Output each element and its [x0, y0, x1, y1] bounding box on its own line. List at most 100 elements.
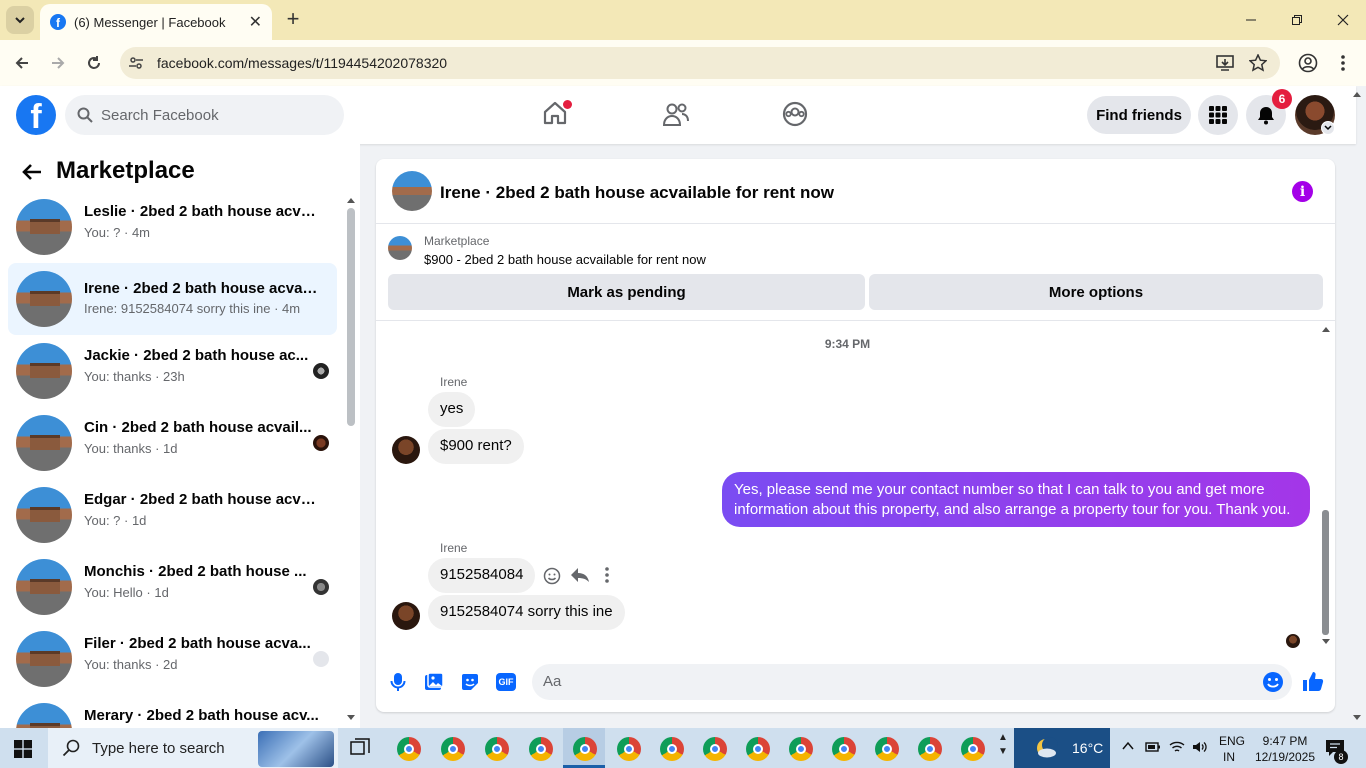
battery-icon[interactable] — [1145, 740, 1161, 754]
chrome-icon[interactable] — [918, 737, 942, 761]
chat-scroll-up-icon[interactable] — [1321, 325, 1331, 333]
more-options-button[interactable]: More options — [869, 274, 1323, 310]
reply-icon[interactable] — [570, 566, 590, 584]
back-icon[interactable] — [8, 49, 36, 77]
chrome-icon[interactable] — [529, 737, 553, 761]
sidebar-scroll-up-icon[interactable] — [346, 196, 356, 204]
page-scroll-up-icon[interactable] — [1352, 90, 1362, 98]
clock-date[interactable]: 12/19/2025 — [1251, 750, 1319, 764]
conversation-item-active[interactable]: Irene · 2bed 2 bath house acvail... Iren… — [8, 263, 337, 335]
chrome-icon[interactable] — [485, 737, 509, 761]
chrome-icon[interactable] — [397, 737, 421, 761]
sender-avatar[interactable] — [392, 436, 420, 464]
clock-time[interactable]: 9:47 PM — [1254, 734, 1316, 748]
menu-grid-icon[interactable] — [1198, 95, 1238, 135]
windows-start-icon[interactable] — [14, 740, 32, 758]
chrome-icon[interactable] — [832, 737, 856, 761]
url-text[interactable]: facebook.com/messages/t/1194454202078320 — [157, 55, 447, 71]
page-scroll-down-icon[interactable] — [1352, 714, 1362, 722]
chrome-icon-active[interactable] — [573, 737, 597, 761]
install-app-icon[interactable] — [1216, 54, 1234, 72]
react-emoji-icon[interactable] — [543, 567, 561, 585]
weather-widget[interactable]: 16°C — [1014, 728, 1110, 768]
emoji-icon[interactable] — [1262, 671, 1284, 693]
photo-icon[interactable] — [424, 672, 444, 692]
conversation-item[interactable]: Leslie · 2bed 2 bath house acvail... You… — [8, 195, 337, 259]
language-code[interactable]: ENG — [1219, 734, 1245, 748]
more-actions-icon[interactable] — [604, 567, 610, 583]
back-arrow-icon[interactable] — [20, 160, 44, 184]
conversation-item[interactable]: Monchis · 2bed 2 bath house ... You: Hel… — [8, 555, 337, 619]
chrome-icon[interactable] — [746, 737, 770, 761]
chrome-icon[interactable] — [617, 737, 641, 761]
forward-icon[interactable] — [44, 49, 72, 77]
tray-chevron-icon[interactable] — [1122, 741, 1134, 751]
restore-button[interactable] — [1274, 0, 1320, 40]
friends-icon[interactable] — [662, 101, 690, 127]
chrome-icon[interactable] — [789, 737, 813, 761]
marketplace-listing-thumbnail[interactable] — [388, 236, 412, 260]
listing-thumbnail — [16, 271, 72, 327]
volume-icon[interactable] — [1192, 740, 1208, 754]
chat-title[interactable]: Irene · 2bed 2 bath house acvailable for… — [440, 183, 834, 203]
search-input[interactable]: Search Facebook — [65, 95, 344, 135]
sender-name: Irene — [440, 541, 468, 555]
account-chevron-icon[interactable] — [1321, 121, 1335, 135]
profile-icon[interactable] — [1298, 53, 1318, 73]
conversation-item[interactable]: Jackie · 2bed 2 bath house ac... You: th… — [8, 339, 337, 403]
sticker-icon[interactable] — [460, 672, 480, 692]
mark-as-pending-button[interactable]: Mark as pending — [388, 274, 865, 310]
close-tab-icon[interactable]: ✕ — [249, 12, 262, 32]
marketplace-label: Marketplace — [424, 234, 490, 248]
listing-thumbnail — [16, 631, 72, 687]
like-thumb-icon[interactable] — [1302, 670, 1324, 692]
sender-avatar[interactable] — [392, 602, 420, 630]
find-friends-button[interactable]: Find friends — [1087, 96, 1191, 134]
message-input[interactable]: Aa — [532, 664, 1292, 700]
listing-title[interactable]: $900 - 2bed 2 bath house acvailable for … — [424, 252, 706, 267]
microphone-icon[interactable] — [390, 672, 406, 692]
minimize-button[interactable] — [1228, 0, 1274, 40]
browser-menu-icon[interactable] — [1340, 54, 1346, 72]
my-message-bubble[interactable]: Yes, please send me your contact number … — [722, 472, 1310, 527]
gif-icon[interactable]: GIF — [496, 673, 516, 691]
close-window-button[interactable] — [1320, 0, 1366, 40]
chrome-icon[interactable] — [875, 737, 899, 761]
notification-badge: 6 — [1272, 89, 1292, 109]
conversation-item[interactable]: Filer · 2bed 2 bath house acva... You: t… — [8, 627, 337, 691]
conversation-info-icon[interactable]: i — [1292, 181, 1313, 202]
wifi-icon[interactable] — [1169, 740, 1185, 754]
listing-thumbnail — [16, 199, 72, 255]
message-bubble[interactable]: 9152584074 sorry this ine — [428, 595, 625, 630]
chrome-icon[interactable] — [660, 737, 684, 761]
groups-icon[interactable] — [782, 101, 808, 127]
taskbar-overflow-arrows[interactable]: ▲ ▼ — [998, 731, 1008, 759]
language-region[interactable]: IN — [1223, 750, 1235, 764]
seen-avatar-placeholder — [313, 651, 329, 667]
chrome-icon[interactable] — [961, 737, 985, 761]
reload-icon[interactable] — [80, 49, 108, 77]
tab-search-dropdown-icon[interactable] — [6, 6, 34, 34]
conversation-item[interactable]: Merary · 2bed 2 bath house acv... — [8, 699, 337, 728]
search-highlight-image[interactable] — [258, 731, 334, 767]
facebook-logo-icon[interactable]: f — [16, 95, 56, 135]
conversation-item[interactable]: Edgar · 2bed 2 bath house acvail... You:… — [8, 483, 337, 547]
browser-tab[interactable]: f (6) Messenger | Facebook ✕ — [40, 4, 272, 40]
message-bubble[interactable]: yes — [428, 392, 476, 427]
bookmark-star-icon[interactable] — [1249, 54, 1267, 72]
conversation-item[interactable]: Cin · 2bed 2 bath house acvail... You: t… — [8, 411, 337, 475]
sidebar-scrollbar[interactable] — [347, 208, 355, 426]
chat-scrollbar[interactable] — [1322, 510, 1329, 635]
chrome-icon[interactable] — [441, 737, 465, 761]
weather-moon-icon — [1037, 737, 1058, 758]
chat-scroll-down-icon[interactable] — [1321, 638, 1331, 646]
task-view-icon[interactable] — [350, 738, 370, 758]
new-tab-button[interactable]: + — [282, 8, 304, 32]
chrome-icon[interactable] — [703, 737, 727, 761]
message-bubble[interactable]: $900 rent? — [428, 429, 524, 464]
site-info-icon[interactable] — [128, 55, 144, 71]
taskbar-search-placeholder: Type here to search — [92, 739, 225, 757]
message-bubble[interactable]: 9152584084 — [428, 558, 536, 593]
sidebar-scroll-down-icon[interactable] — [346, 714, 356, 722]
chat-listing-thumbnail[interactable] — [392, 171, 432, 211]
